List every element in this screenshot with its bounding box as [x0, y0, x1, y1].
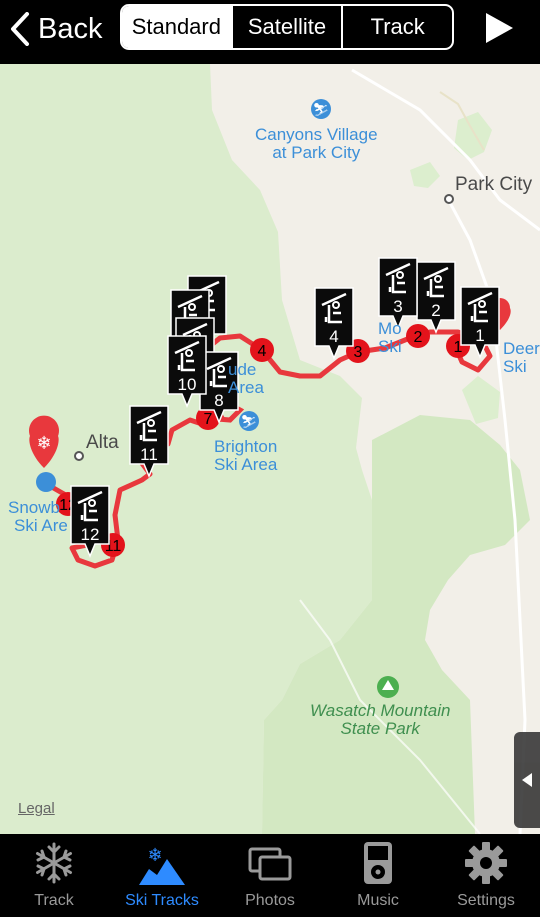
- label-deer-valley: Deer Ski: [503, 339, 540, 376]
- tab-photos-label: Photos: [245, 892, 295, 909]
- tab-settings[interactable]: Settings: [432, 834, 540, 917]
- svg-text:⛷: ⛷: [313, 103, 330, 118]
- town-dot: [74, 451, 84, 461]
- lift-marker-label: 10: [178, 375, 197, 394]
- gear-icon: [465, 842, 507, 884]
- tab-track-label: Track: [34, 892, 74, 909]
- play-icon: [486, 13, 513, 43]
- lift-marker-label: 1: [475, 326, 484, 345]
- tab-music-label: Music: [357, 892, 399, 909]
- lift-marker-label: 8: [214, 391, 223, 410]
- lift-marker-label: 4: [329, 327, 338, 346]
- photos-icon: [248, 847, 292, 881]
- tab-music[interactable]: Music: [324, 834, 432, 917]
- play-button[interactable]: [484, 12, 514, 49]
- label-canyons-village: Canyons Village at Park City: [255, 125, 378, 162]
- lift-marker-label: 12: [81, 525, 100, 544]
- ski-area-poi-icon: [36, 472, 56, 492]
- label-snowbird: Snowb Ski Are: [8, 498, 68, 535]
- label-park-city: Park City: [455, 174, 533, 195]
- back-label: Back: [38, 12, 103, 45]
- tab-track[interactable]: Track: [0, 834, 108, 917]
- segment-standard[interactable]: Standard: [122, 6, 231, 48]
- collapse-panel-button[interactable]: [514, 732, 540, 828]
- segment-satellite[interactable]: Satellite: [230, 6, 342, 48]
- triangle-left-icon: [522, 773, 532, 787]
- lift-marker[interactable]: 2: [416, 261, 456, 334]
- svg-text:❄: ❄: [147, 845, 162, 866]
- svg-text:⛷: ⛷: [241, 415, 258, 430]
- label-solitude: ude Area: [228, 360, 264, 397]
- ipod-icon: [364, 842, 392, 884]
- tab-bar: Track ❄ Ski Tracks Photos Music Settings: [0, 834, 540, 917]
- label-alta: Alta: [86, 432, 119, 453]
- map-type-segmented-control: Standard Satellite Track: [120, 4, 454, 50]
- park-patch: [454, 112, 492, 160]
- tab-photos[interactable]: Photos: [216, 834, 324, 917]
- chevron-left-icon: [11, 12, 29, 46]
- snowflake-icon: [36, 842, 72, 884]
- segment-track[interactable]: Track: [341, 6, 452, 48]
- ski-area-poi-icon: ⛷: [239, 411, 259, 431]
- lift-marker-label: 2: [431, 301, 440, 320]
- tab-ski-tracks-label: Ski Tracks: [125, 892, 199, 909]
- state-park-poi-icon: [377, 676, 399, 698]
- stop-marker[interactable]: 4: [250, 338, 274, 362]
- tab-ski-tracks[interactable]: ❄ Ski Tracks: [108, 834, 216, 917]
- stop-marker[interactable]: 2: [406, 324, 430, 348]
- app-screen: Back Standard Satellite Track ⛷ ⛷ ❄ 1 2 …: [0, 0, 540, 917]
- label-mountain-ski: Mo Ski: [378, 319, 402, 356]
- legal-link[interactable]: Legal: [18, 800, 55, 817]
- lift-marker-label: 3: [393, 297, 402, 316]
- stop-marker-label: 4: [258, 343, 267, 360]
- road: [351, 68, 540, 232]
- stop-marker-label: 3: [354, 344, 363, 361]
- svg-text:❄: ❄: [36, 433, 51, 454]
- label-wasatch-state-park: Wasatch Mountain State Park: [310, 701, 451, 738]
- ski-tracks-icon: ❄: [139, 845, 185, 885]
- back-button[interactable]: Back: [10, 8, 102, 50]
- ski-area-poi-icon: ⛷: [311, 99, 331, 119]
- label-brighton: Brighton Ski Area: [214, 437, 278, 474]
- stop-marker-label: 2: [414, 329, 423, 346]
- park-patch: [410, 162, 440, 188]
- town-dot: [444, 194, 454, 204]
- lift-marker-label: 11: [140, 445, 158, 464]
- map-view[interactable]: ⛷ ⛷ ❄ 1 2 3 4 7 11 12 1 2 3 4 8 10 11 12 Canyons Vill…: [0, 64, 540, 834]
- lift-marker[interactable]: 3: [378, 257, 418, 330]
- park-patch: [462, 376, 500, 424]
- tab-settings-label: Settings: [457, 892, 515, 909]
- top-bar: Back Standard Satellite Track: [0, 0, 540, 64]
- stop-marker-label: 7: [204, 411, 213, 428]
